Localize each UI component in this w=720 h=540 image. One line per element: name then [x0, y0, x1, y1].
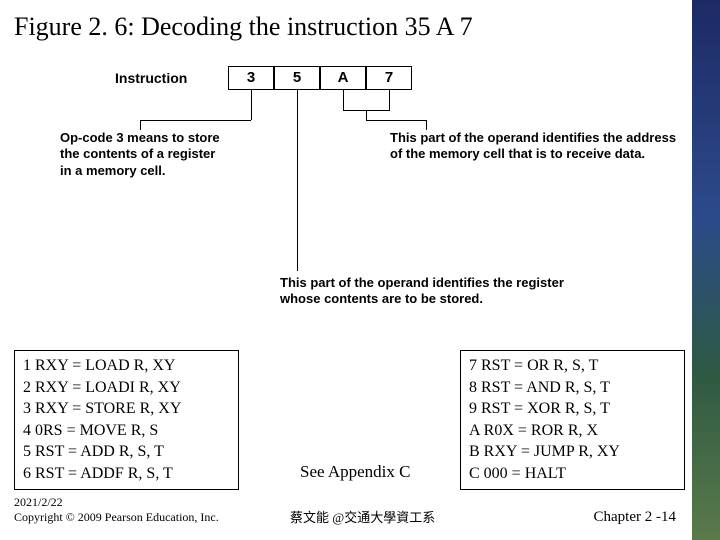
footer-pagenum: Chapter 2 -14	[594, 509, 676, 526]
footer-date: 2021/2/22	[14, 495, 219, 511]
opcode-row: 2 RXY = LOADI R, XY	[23, 377, 230, 399]
connector-line	[426, 120, 427, 130]
nibble-2: A	[320, 66, 366, 90]
opcode-table-left: 1 RXY = LOAD R, XY 2 RXY = LOADI R, XY 3…	[14, 350, 239, 490]
opcode-row: A R0X = ROR R, X	[469, 420, 676, 442]
opcode-row: 8 RST = AND R, S, T	[469, 377, 676, 399]
connector-line	[366, 110, 367, 120]
nibble-3: 7	[366, 66, 412, 90]
footer-copyright: Copyright © 2009 Pearson Education, Inc.	[14, 510, 219, 526]
instruction-label: Instruction	[115, 70, 187, 86]
opcode-table-right: 7 RST = OR R, S, T 8 RST = AND R, S, T 9…	[460, 350, 685, 490]
connector-line	[140, 120, 141, 130]
explain-opcode: Op-code 3 means to store the contents of…	[60, 130, 225, 179]
opcode-row: C 000 = HALT	[469, 463, 676, 485]
opcode-row: 9 RST = XOR R, S, T	[469, 398, 676, 420]
opcode-row: 6 RST = ADDF R, S, T	[23, 463, 230, 485]
explain-register: This part of the operand identifies the …	[280, 275, 590, 308]
nibble-0: 3	[228, 66, 274, 90]
connector-line	[251, 90, 252, 120]
opcode-row: 1 RXY = LOAD R, XY	[23, 355, 230, 377]
decorative-right-bar	[692, 0, 720, 540]
opcode-row: B RXY = JUMP R, XY	[469, 441, 676, 463]
opcode-row: 3 RXY = STORE R, XY	[23, 398, 230, 420]
connector-line	[297, 270, 298, 271]
connector-line	[297, 90, 298, 270]
explain-address: This part of the operand identifies the …	[390, 130, 680, 163]
footer-left: 2021/2/22 Copyright © 2009 Pearson Educa…	[14, 495, 219, 526]
opcode-row: 5 RST = ADD R, S, T	[23, 441, 230, 463]
appendix-note: See Appendix C	[300, 462, 411, 482]
connector-line	[389, 90, 390, 110]
opcode-row: 4 0RS = MOVE R, S	[23, 420, 230, 442]
connector-line	[140, 120, 251, 121]
opcode-row: 7 RST = OR R, S, T	[469, 355, 676, 377]
connector-line	[343, 90, 344, 110]
connector-line	[366, 120, 426, 121]
footer-author: 蔡文能 @交通大學資工系	[290, 507, 435, 526]
nibble-1: 5	[274, 66, 320, 90]
slide-title: Figure 2. 6: Decoding the instruction 35…	[14, 12, 473, 42]
